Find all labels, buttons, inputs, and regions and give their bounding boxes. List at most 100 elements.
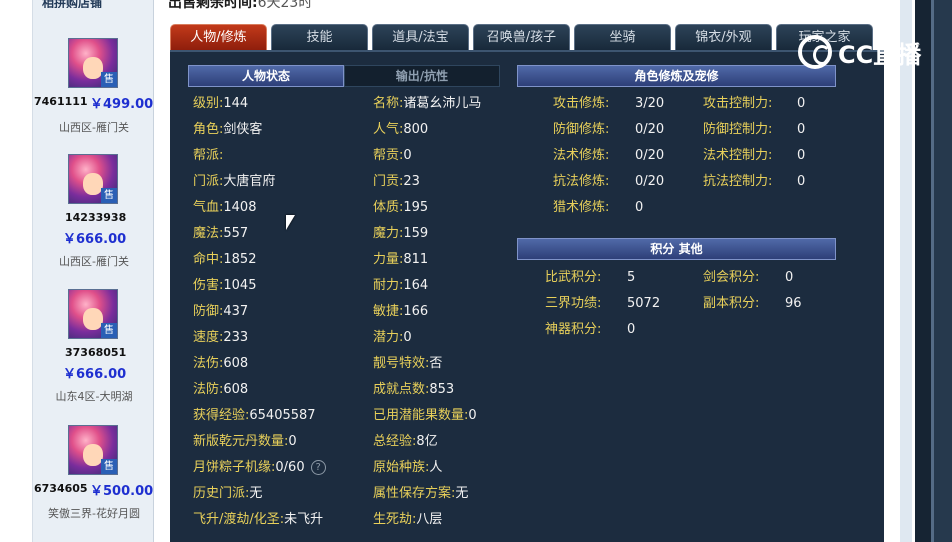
stat-row: 三界功绩: 5072 bbox=[545, 295, 660, 313]
stat-value: 0 bbox=[797, 148, 806, 163]
stat-row: 副本积分: 96 bbox=[703, 295, 802, 313]
stat-value: 否 bbox=[429, 356, 443, 371]
help-icon[interactable]: ? bbox=[310, 460, 326, 475]
stat-label: 新版乾元丹数量: bbox=[193, 434, 289, 449]
stat-value: 800 bbox=[403, 122, 429, 137]
stat-label: 原始种族: bbox=[373, 460, 430, 475]
stat-row: 气血:1408 bbox=[193, 199, 256, 217]
stat-value: 0/20 bbox=[635, 174, 665, 189]
stat-row: 靓号特效:否 bbox=[373, 355, 442, 373]
stat-value: 0/20 bbox=[635, 148, 665, 163]
stat-label: 帮派: bbox=[193, 148, 224, 163]
listing-item[interactable]: 售 7461111 ￥499.00 山西区-雁门关 bbox=[0, 38, 155, 163]
stat-value: 5072 bbox=[627, 296, 661, 311]
stat-label: 属性保存方案: bbox=[373, 486, 456, 501]
listing-id: 37368051 bbox=[65, 346, 127, 359]
stat-value: 八层 bbox=[416, 512, 443, 527]
stat-row: 攻击控制力: 0 bbox=[703, 95, 805, 113]
stat-value: 5 bbox=[627, 270, 636, 285]
stat-label: 剑会积分: bbox=[703, 270, 760, 285]
listing-price[interactable]: ￥666.00 bbox=[63, 363, 126, 382]
stat-row: 门派:大唐官府 bbox=[193, 173, 275, 191]
listing-item[interactable]: 售 14233938 ￥666.00 山西区-雁门关 bbox=[0, 154, 155, 279]
character-avatar-icon[interactable]: 售 bbox=[68, 289, 118, 339]
stat-value: 608 bbox=[223, 382, 249, 397]
character-avatar-icon[interactable]: 售 bbox=[68, 425, 118, 475]
tab-items-treasures[interactable]: 道具/法宝 bbox=[372, 24, 469, 50]
stat-value: 164 bbox=[403, 278, 429, 293]
stat-value: 0 bbox=[403, 330, 412, 345]
stat-row: 帮派: bbox=[193, 147, 223, 165]
stat-label: 总经验: bbox=[373, 434, 417, 449]
stat-value: 144 bbox=[223, 96, 249, 111]
stat-value: 608 bbox=[223, 356, 249, 371]
listing-item[interactable]: 售 6734605 ￥500.00 笑傲三界-花好月圆 bbox=[0, 425, 155, 542]
stat-value: 0 bbox=[797, 174, 806, 189]
stat-row: 角色:剑侠客 bbox=[193, 121, 262, 139]
stat-value: 0/20 bbox=[635, 122, 665, 137]
stat-row: 帮贡:0 bbox=[373, 147, 412, 165]
stat-value: 96 bbox=[785, 296, 802, 311]
sell-badge: 售 bbox=[101, 72, 117, 87]
stat-row: 攻击修炼: 3/20 bbox=[553, 95, 664, 113]
stat-row: 新版乾元丹数量:0 bbox=[193, 433, 297, 451]
stat-value: 0 bbox=[797, 122, 806, 137]
mouse-cursor-icon bbox=[286, 215, 295, 230]
stat-label: 气血: bbox=[193, 200, 224, 215]
stat-label: 门派: bbox=[193, 174, 224, 189]
stat-value: 23 bbox=[403, 174, 420, 189]
listing-server: 山西区-雁门关 bbox=[59, 121, 129, 134]
tab-outfits[interactable]: 锦衣/外观 bbox=[675, 24, 772, 50]
listing-id: 6734605 bbox=[34, 482, 88, 495]
stat-label: 名称: bbox=[373, 96, 404, 111]
stat-label: 比武积分: bbox=[545, 270, 602, 285]
stat-row: 力量:811 bbox=[373, 251, 428, 269]
stat-label: 副本积分: bbox=[703, 296, 760, 311]
tab-mounts[interactable]: 坐骑 bbox=[574, 24, 671, 50]
stat-row: 人气:800 bbox=[373, 121, 428, 139]
cc-logo-icon bbox=[798, 35, 832, 69]
tab-character-cultivation[interactable]: 人物/修炼 bbox=[170, 24, 267, 50]
stat-row: 飞升/渡劫/化圣:未飞升 bbox=[193, 511, 323, 529]
stat-label: 防御: bbox=[193, 304, 224, 319]
listing-price[interactable]: ￥499.00 bbox=[90, 93, 153, 112]
stat-value: 1852 bbox=[223, 252, 257, 267]
stat-row: 潜力:0 bbox=[373, 329, 412, 347]
listing-price[interactable]: ￥500.00 bbox=[90, 480, 153, 499]
subtab-character-status[interactable]: 人物状态 bbox=[188, 65, 344, 87]
listing-item[interactable]: 售 37368051 ￥666.00 山东4区-大明湖 bbox=[0, 289, 155, 414]
stat-label: 力量: bbox=[373, 252, 404, 267]
stat-row: 法防:608 bbox=[193, 381, 248, 399]
stream-watermark: CC直播 bbox=[798, 33, 921, 71]
stat-row: 属性保存方案:无 bbox=[373, 485, 468, 503]
stat-row: 原始种族:人 bbox=[373, 459, 442, 477]
tab-skills[interactable]: 技能 bbox=[271, 24, 368, 50]
stat-value: 159 bbox=[403, 226, 429, 241]
stat-row: 防御:437 bbox=[193, 303, 248, 321]
listing-price[interactable]: ￥666.00 bbox=[63, 228, 126, 247]
stat-label: 攻击修炼: bbox=[553, 96, 610, 111]
stat-value: 0 bbox=[785, 270, 794, 285]
stat-label: 历史门派: bbox=[193, 486, 250, 501]
character-avatar-icon[interactable]: 售 bbox=[68, 154, 118, 204]
stat-row: 伤害:1045 bbox=[193, 277, 256, 295]
character-avatar-icon[interactable]: 售 bbox=[68, 38, 118, 88]
section-points-header: 积分 其他 bbox=[517, 238, 836, 260]
stat-value: 166 bbox=[403, 304, 429, 319]
stat-row: 猎术修炼: 0 bbox=[553, 199, 643, 217]
stat-row: 魔力:159 bbox=[373, 225, 428, 243]
subtab-output-resistance[interactable]: 输出/抗性 bbox=[344, 65, 500, 87]
stat-value: 0 bbox=[403, 148, 412, 163]
stat-label: 抗法控制力: bbox=[703, 174, 773, 189]
stat-value: 0/60 bbox=[275, 460, 305, 475]
stat-value: 0 bbox=[797, 96, 806, 111]
sell-badge: 售 bbox=[101, 323, 117, 338]
stat-value: 0 bbox=[627, 322, 636, 337]
stat-label: 已用潜能果数量: bbox=[373, 408, 469, 423]
tab-pets-children[interactable]: 召唤兽/孩子 bbox=[473, 24, 570, 50]
stat-value: 195 bbox=[403, 200, 429, 215]
stat-row: 法伤:608 bbox=[193, 355, 248, 373]
stat-value: 557 bbox=[223, 226, 249, 241]
stat-label: 人气: bbox=[373, 122, 404, 137]
stat-value: 0 bbox=[468, 408, 477, 423]
